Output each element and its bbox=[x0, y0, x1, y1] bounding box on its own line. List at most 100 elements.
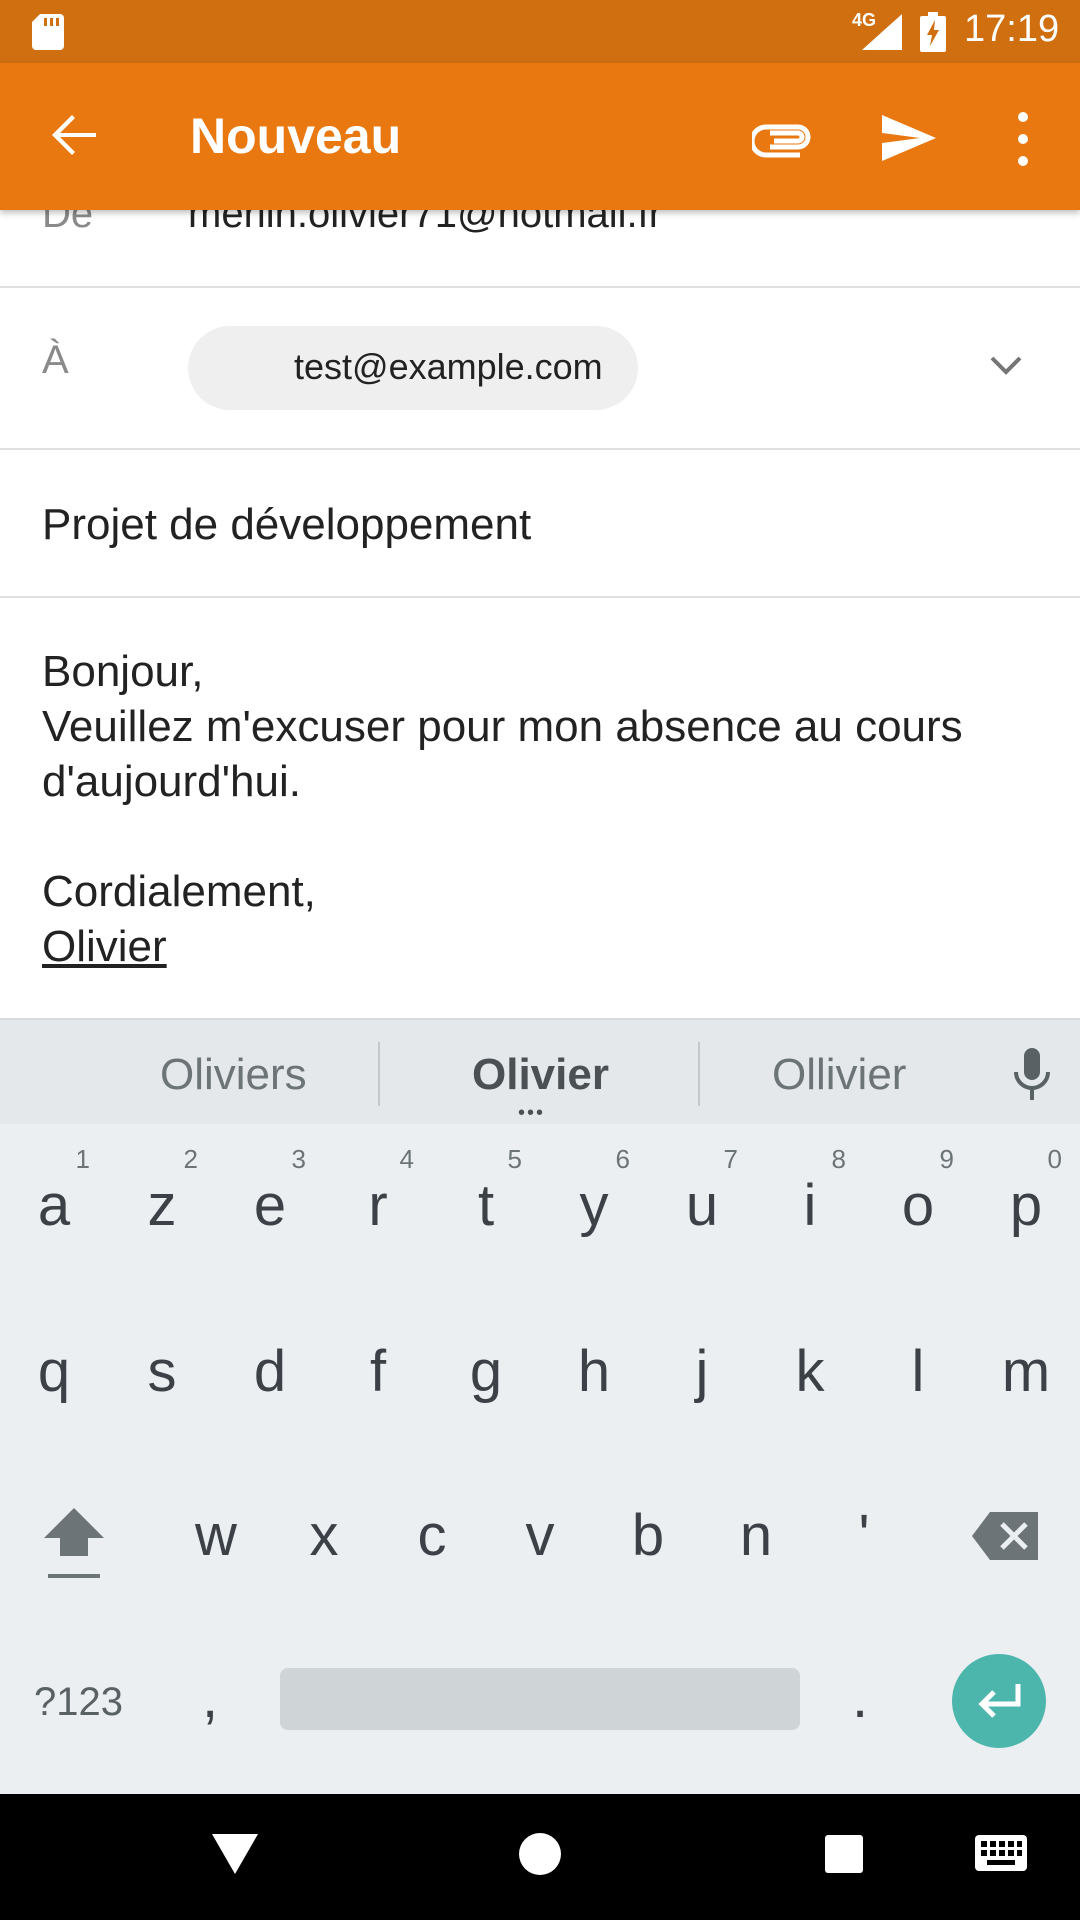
more-vert-icon[interactable] bbox=[1000, 109, 1046, 169]
key-label: p bbox=[1009, 1173, 1043, 1238]
key-label: x bbox=[309, 1503, 339, 1568]
key-i[interactable]: 8i bbox=[756, 1124, 864, 1244]
key-b[interactable]: b bbox=[594, 1454, 702, 1574]
suggestion-1[interactable]: Oliviers bbox=[160, 1050, 307, 1100]
to-field[interactable]: À test@example.com bbox=[0, 288, 1080, 450]
key-hint: 2 bbox=[183, 1144, 198, 1174]
key-g[interactable]: g bbox=[432, 1290, 540, 1410]
key-label: n bbox=[739, 1503, 773, 1568]
body-line bbox=[42, 809, 1042, 864]
message-body-input[interactable]: Bonjour, Veuillez m'excuser pour mon abs… bbox=[42, 644, 1042, 974]
suggestion-3[interactable]: Ollivier bbox=[772, 1050, 906, 1100]
key-c[interactable]: c bbox=[378, 1454, 486, 1574]
battery-charging-icon bbox=[920, 12, 946, 52]
key-e[interactable]: 3e bbox=[216, 1124, 324, 1244]
key-hint: 7 bbox=[723, 1144, 738, 1174]
keyboard-switch-icon[interactable] bbox=[974, 1834, 1028, 1872]
body-line: Cordialement, bbox=[42, 867, 316, 916]
body-line-current-word: Olivier bbox=[42, 922, 167, 971]
key-s[interactable]: s bbox=[108, 1290, 216, 1410]
to-label: À bbox=[42, 338, 69, 382]
key-x[interactable]: x bbox=[270, 1454, 378, 1574]
key-label: y bbox=[579, 1173, 609, 1238]
key-hint: 3 bbox=[291, 1144, 306, 1174]
key-label: u bbox=[685, 1173, 719, 1238]
paperclip-icon[interactable] bbox=[752, 107, 814, 169]
key-n[interactable]: n bbox=[702, 1454, 810, 1574]
key-m[interactable]: m bbox=[972, 1290, 1080, 1410]
key-label: ' bbox=[858, 1503, 870, 1568]
subject-input[interactable]: Projet de développement bbox=[42, 500, 531, 550]
sd-card-icon bbox=[32, 14, 64, 50]
key-hint: 0 bbox=[1047, 1144, 1062, 1174]
status-bar: 4G 17:19 bbox=[0, 0, 1080, 63]
nav-back-icon[interactable] bbox=[210, 1832, 260, 1876]
key-label: q bbox=[37, 1339, 71, 1404]
arrow-back-icon[interactable] bbox=[48, 109, 100, 161]
key-z[interactable]: 2z bbox=[108, 1124, 216, 1244]
key-t[interactable]: 5t bbox=[432, 1124, 540, 1244]
recipient-chip[interactable]: test@example.com bbox=[188, 326, 638, 410]
body-line: Veuillez m'excuser pour mon absence au c… bbox=[42, 702, 963, 751]
key-hint: 1 bbox=[75, 1144, 90, 1174]
key-label: i bbox=[803, 1173, 817, 1238]
key-y[interactable]: 6y bbox=[540, 1124, 648, 1244]
subject-field[interactable]: Projet de développement bbox=[0, 450, 1080, 598]
key-label: j bbox=[695, 1339, 709, 1404]
key-hint: 4 bbox=[399, 1144, 414, 1174]
shift-icon[interactable] bbox=[38, 1504, 110, 1584]
key-l[interactable]: l bbox=[864, 1290, 972, 1410]
key-label: r bbox=[368, 1173, 388, 1238]
period-key[interactable]: . bbox=[852, 1664, 868, 1731]
key-r[interactable]: 4r bbox=[324, 1124, 432, 1244]
key-label: c bbox=[417, 1503, 447, 1568]
comma-key[interactable]: , bbox=[202, 1664, 218, 1731]
send-icon[interactable] bbox=[878, 107, 940, 169]
status-clock: 17:19 bbox=[964, 8, 1060, 50]
enter-icon bbox=[978, 1684, 1021, 1718]
key-d[interactable]: d bbox=[216, 1290, 324, 1410]
body-line: d'aujourd'hui. bbox=[42, 757, 301, 806]
page-title: Nouveau bbox=[190, 108, 402, 164]
key-k[interactable]: k bbox=[756, 1290, 864, 1410]
key-hint: 5 bbox=[507, 1144, 522, 1174]
key-label: t bbox=[477, 1173, 495, 1238]
backspace-icon[interactable] bbox=[970, 1510, 1040, 1562]
more-suggestions-icon: ••• bbox=[518, 1102, 546, 1124]
suggestion-2[interactable]: Olivier bbox=[472, 1050, 609, 1100]
key-j[interactable]: j bbox=[648, 1290, 756, 1410]
space-bar[interactable] bbox=[280, 1668, 800, 1730]
key-label: k bbox=[795, 1339, 825, 1404]
key-label: h bbox=[577, 1339, 611, 1404]
key-label: f bbox=[369, 1339, 387, 1404]
key-hint: 9 bbox=[939, 1144, 954, 1174]
key-v[interactable]: v bbox=[486, 1454, 594, 1574]
key-hint: 8 bbox=[831, 1144, 846, 1174]
key-q[interactable]: q bbox=[0, 1290, 108, 1410]
key-apostrophe[interactable]: ' bbox=[810, 1454, 918, 1574]
key-o[interactable]: 9o bbox=[864, 1124, 972, 1244]
nav-recents-icon[interactable] bbox=[824, 1834, 864, 1874]
suggestion-divider bbox=[378, 1042, 380, 1106]
microphone-icon[interactable] bbox=[1008, 1046, 1056, 1102]
key-h[interactable]: h bbox=[540, 1290, 648, 1410]
nav-home-icon[interactable] bbox=[518, 1832, 562, 1876]
key-label: a bbox=[37, 1173, 71, 1238]
key-label: o bbox=[901, 1173, 935, 1238]
key-label: w bbox=[195, 1503, 237, 1568]
key-label: z bbox=[147, 1173, 177, 1238]
key-label: l bbox=[911, 1339, 925, 1404]
key-w[interactable]: w bbox=[162, 1454, 270, 1574]
enter-key[interactable] bbox=[952, 1654, 1046, 1748]
key-label: v bbox=[525, 1503, 555, 1568]
signal-strength-icon bbox=[862, 14, 902, 50]
key-label: b bbox=[631, 1503, 665, 1568]
key-a[interactable]: 1a bbox=[0, 1124, 108, 1244]
key-p[interactable]: 0p bbox=[972, 1124, 1080, 1244]
key-u[interactable]: 7u bbox=[648, 1124, 756, 1244]
chevron-down-icon[interactable] bbox=[988, 348, 1024, 384]
key-f[interactable]: f bbox=[324, 1290, 432, 1410]
keyboard: 1a2z3e4r5t6y7u8i9o0p qsdfghjklm w x c v b n ' … bbox=[0, 1124, 1080, 1794]
symbols-key[interactable]: ?123 bbox=[34, 1680, 123, 1725]
key-hint: 6 bbox=[615, 1144, 630, 1174]
